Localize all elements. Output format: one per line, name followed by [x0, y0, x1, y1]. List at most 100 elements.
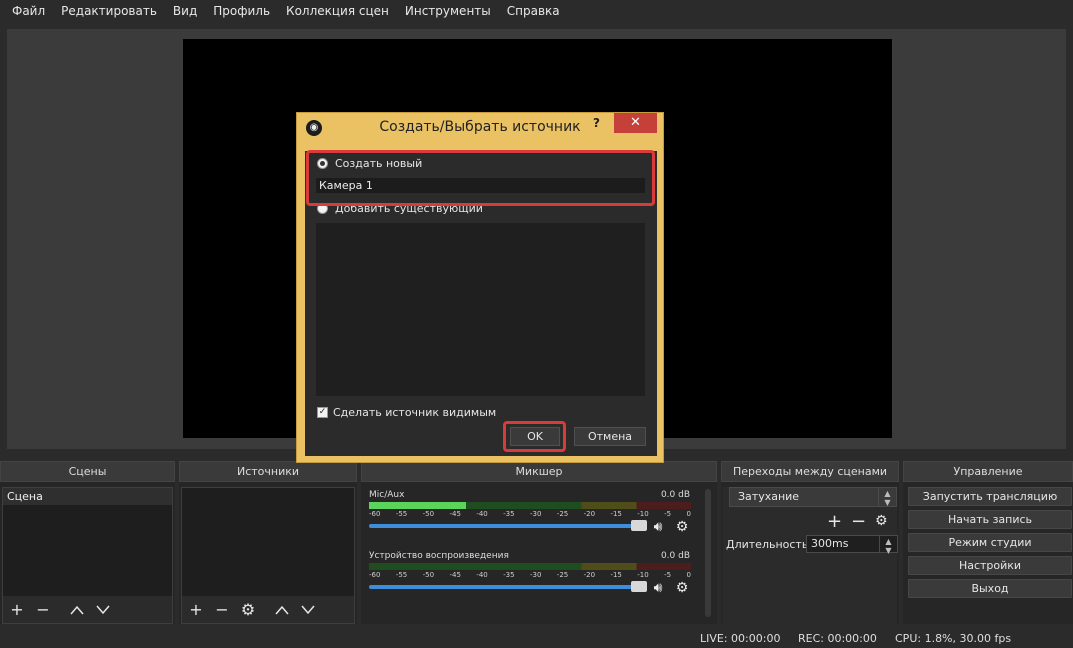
transition-select-value: Затухание	[738, 490, 800, 503]
duration-label: Длительность	[726, 538, 809, 551]
scene-item[interactable]: Сцена	[3, 488, 172, 505]
audio-meter	[369, 563, 691, 570]
meter-tick-label: -60	[369, 571, 381, 579]
add-transition-button[interactable]: +	[827, 511, 842, 532]
speaker-icon[interactable]: 🔊︎	[650, 519, 666, 535]
meter-tick-label: -45	[449, 571, 461, 579]
menu-view[interactable]: Вид	[165, 4, 205, 18]
channel-name: Устройство воспроизведения	[369, 551, 509, 561]
remove-transition-button[interactable]: −	[851, 511, 866, 532]
updown-icon: ▲ ▼	[878, 488, 896, 507]
mixer-channel-mic: Mic/Aux 0.0 dB -60 -55 -50 -45 -40 -35 -30 -25 -…	[366, 490, 696, 546]
volume-slider[interactable]	[369, 581, 647, 592]
add-scene-button[interactable]: +	[9, 602, 25, 618]
remove-scene-button[interactable]: −	[35, 602, 51, 618]
move-up-icon[interactable]	[274, 602, 290, 618]
transitions-panel: Затухание ▲ ▼ + − ⚙ Длительность 300ms ▲ ▼	[723, 487, 898, 624]
rec-status: REC: 00:00:00	[798, 632, 877, 645]
gear-icon[interactable]: ⚙	[875, 513, 888, 529]
mixer-dock: Микшер Mic/Aux 0.0 dB -60 -55 -50 -45 -40 -35…	[361, 461, 717, 624]
scenes-dock: Сцены Сцена + −	[0, 461, 175, 624]
dialog-title: Создать/Выбрать источник	[379, 119, 581, 135]
mixer-channel-desktop: Устройство воспроизведения 0.0 dB -60 -55…	[366, 551, 696, 607]
cpu-status: CPU: 1.8%, 30.00 fps	[895, 632, 1012, 645]
meter-tick-label: -25	[556, 510, 569, 518]
scenes-panel: Сцена + −	[2, 487, 173, 624]
volume-handle[interactable]	[631, 520, 647, 531]
channel-db: 0.0 dB	[660, 551, 690, 561]
scenes-list: Сцена	[3, 488, 172, 596]
menu-help[interactable]: Справка	[499, 4, 568, 18]
source-settings-gear-icon[interactable]: ⚙	[240, 602, 256, 618]
meter-tick-label: -30	[529, 571, 542, 579]
channel-name: Mic/Aux	[369, 490, 405, 500]
make-visible-checkbox[interactable]: ✓ Сделать источник видимым	[317, 406, 496, 419]
meter-tick-label: -20	[583, 510, 596, 518]
dialog-body: Создать новый Камера 1 Добавить существу…	[305, 150, 657, 456]
start-streaming-button[interactable]: Запустить трансляцию	[908, 487, 1072, 506]
close-button[interactable]: ✕	[614, 113, 657, 133]
meter-tick-label: -40	[476, 571, 488, 579]
meter-tick-label: -20	[583, 571, 596, 579]
duration-spinbox[interactable]: 300ms ▲ ▼	[806, 535, 898, 555]
remove-source-button[interactable]: −	[214, 602, 230, 618]
sources-dock: Источники + − ⚙	[179, 461, 357, 624]
meter-tick-label: -35	[503, 571, 515, 579]
menu-edit[interactable]: Редактировать	[53, 4, 165, 18]
move-down-icon[interactable]	[95, 602, 111, 618]
start-recording-button[interactable]: Начать запись	[908, 510, 1072, 529]
gear-icon[interactable]: ⚙	[674, 580, 690, 596]
mixer-header: Микшер	[361, 461, 717, 482]
highlight-create-new	[306, 150, 655, 206]
move-down-icon[interactable]	[300, 602, 316, 618]
statusbar: LIVE: 00:00:00 REC: 00:00:00 CPU: 1.8%, …	[0, 628, 1073, 648]
meter-tick-label: -30	[529, 510, 542, 518]
meter-tick-label: -40	[476, 510, 488, 518]
controls-dock: Управление Запустить трансляцию Начать з…	[903, 461, 1073, 624]
gear-icon[interactable]: ⚙	[674, 519, 690, 535]
help-button[interactable]: ?	[593, 116, 600, 130]
meter-tick-label: -50	[422, 510, 435, 518]
exit-button[interactable]: Выход	[908, 579, 1072, 598]
make-visible-label: Сделать источник видимым	[333, 406, 497, 419]
highlight-ok-button	[503, 421, 566, 452]
meter-tick-label: -45	[449, 510, 461, 518]
meter-level	[369, 502, 466, 509]
mixer-scrollbar[interactable]	[705, 489, 711, 617]
studio-mode-button[interactable]: Режим студии	[908, 533, 1072, 552]
menubar: Файл Редактировать Вид Профиль Коллекция…	[0, 0, 1073, 22]
cancel-button[interactable]: Отмена	[574, 427, 646, 446]
volume-handle[interactable]	[631, 581, 647, 592]
meter-tick-label: -50	[422, 571, 435, 579]
meter-ticks: -60 -55 -50 -45 -40 -35 -30 -25 -20 -15 -10 -5 0	[369, 510, 691, 520]
checkmark-icon[interactable]: ✓	[317, 407, 328, 418]
dialog-titlebar: ◉ Создать/Выбрать источник ? ✕	[297, 113, 663, 143]
menu-profile[interactable]: Профиль	[205, 4, 278, 18]
sources-header: Источники	[179, 461, 357, 482]
channel-db: 0.0 dB	[660, 490, 690, 500]
meter-tick-label: -55	[395, 571, 408, 579]
meter-tick-label: -35	[503, 510, 515, 518]
audio-meter	[369, 502, 691, 509]
meter-ticks: -60 -55 -50 -45 -40 -35 -30 -25 -20 -15 -10 -5 0	[369, 571, 691, 581]
sources-list[interactable]	[182, 488, 354, 596]
duration-value: 300ms	[811, 537, 849, 550]
meter-tick-label: -10	[637, 510, 649, 518]
transition-select[interactable]: Затухание ▲ ▼	[729, 487, 897, 507]
scenes-toolbar: + −	[3, 597, 172, 623]
updown-icon[interactable]: ▲ ▼	[879, 536, 897, 555]
volume-slider[interactable]	[369, 520, 647, 531]
meter-tick-label: -60	[369, 510, 381, 518]
transitions-header: Переходы между сценами	[721, 461, 899, 482]
meter-tick-label: -15	[610, 510, 622, 518]
existing-sources-list[interactable]	[316, 223, 645, 396]
menu-scene-collection[interactable]: Коллекция сцен	[278, 4, 397, 18]
menu-tools[interactable]: Инструменты	[397, 4, 499, 18]
speaker-icon[interactable]: 🔊︎	[650, 580, 666, 596]
scenes-header: Сцены	[0, 461, 175, 482]
settings-button[interactable]: Настройки	[908, 556, 1072, 575]
menu-file[interactable]: Файл	[4, 4, 53, 18]
sources-toolbar: + − ⚙	[182, 597, 354, 623]
move-up-icon[interactable]	[69, 602, 85, 618]
add-source-button[interactable]: +	[188, 602, 204, 618]
